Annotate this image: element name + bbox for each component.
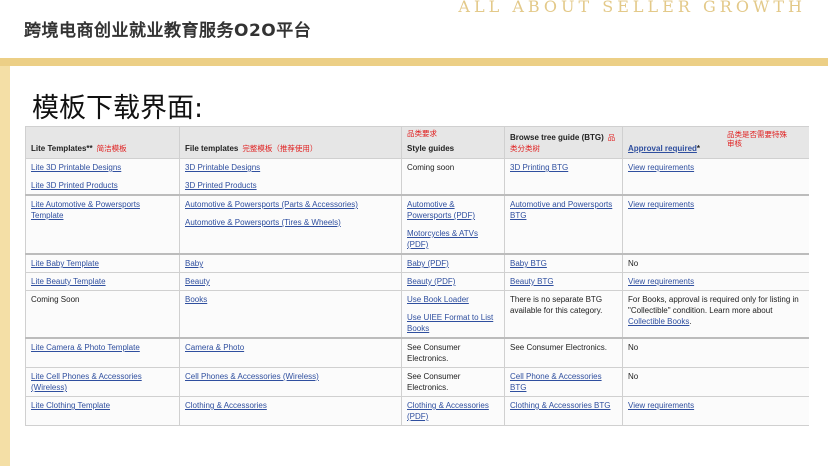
style-guide-link[interactable]: Use Book Loader	[407, 294, 499, 305]
file-template-link[interactable]: 3D Printed Products	[185, 180, 396, 191]
table-row: Lite 3D Printable Designs Lite 3D Printed…	[25, 158, 809, 196]
lite-template-link[interactable]: Lite Beauty Template	[31, 276, 174, 287]
btg-link[interactable]: Cell Phone & Accessories BTG	[510, 371, 617, 393]
lite-template-link[interactable]: Lite 3D Printable Designs	[31, 162, 174, 173]
slide-panel: 模板下载界面: Lite Templates** 简洁模板 File templa…	[10, 66, 828, 466]
file-template-link[interactable]: Camera & Photo	[185, 342, 396, 353]
file-template-link[interactable]: Beauty	[185, 276, 396, 287]
view-requirements-link[interactable]: View requirements	[628, 199, 804, 210]
file-template-link[interactable]: Automotive & Powersports (Tires & Wheels…	[185, 217, 396, 228]
approval-text: No	[622, 367, 809, 397]
slogan: ALL ABOUT SELLER GROWTH	[458, 0, 806, 16]
header-btg: Browse tree guide (BTG) 品类分类树	[504, 126, 623, 159]
approval-required-link[interactable]: Approval required	[628, 144, 697, 153]
lite-template-link[interactable]: Lite Automotive & Powersports Template	[31, 199, 174, 221]
table-row: Lite Cell Phones & Accessories (Wireless…	[25, 367, 809, 397]
style-guide-link[interactable]: Clothing & Accessories (PDF)	[407, 400, 499, 422]
btg-link[interactable]: 3D Printing BTG	[510, 162, 617, 173]
style-guide-text: Coming soon	[401, 158, 505, 196]
view-requirements-link[interactable]: View requirements	[628, 400, 804, 411]
approval-text: For Books, approval is required only for…	[628, 295, 799, 315]
btg-text: There is no separate BTG available for t…	[504, 290, 623, 339]
table-row: Lite Automotive & Powersports Template A…	[25, 194, 809, 255]
table-row: Lite Clothing Template Clothing & Access…	[25, 396, 809, 426]
template-table-wrapper: Lite Templates** 简洁模板 File templates 完整模板（…	[25, 126, 809, 462]
table-header-row: Lite Templates** 简洁模板 File templates 完整模板（…	[25, 126, 809, 159]
lite-template-link[interactable]: Lite Clothing Template	[31, 400, 174, 411]
table-row: Lite Beauty Template Beauty Beauty (PDF)…	[25, 272, 809, 291]
table-row: Lite Baby Template Baby Baby (PDF) Baby …	[25, 253, 809, 273]
decorative-band	[0, 58, 828, 66]
platform-title: 跨境电商创业就业教育服务O2O平台	[24, 21, 312, 41]
view-requirements-link[interactable]: View requirements	[628, 276, 804, 287]
header-style-guides: 品类要求 Style guides	[401, 126, 505, 159]
annotation-style: 品类要求	[407, 129, 437, 138]
template-table: Lite Templates** 简洁模板 File templates 完整模板（…	[25, 126, 809, 426]
approval-cell: For Books, approval is required only for…	[622, 290, 809, 339]
style-guide-text: See Consumer Electronics.	[401, 367, 505, 397]
collectible-books-link[interactable]: Collectible Books	[628, 317, 689, 326]
view-requirements-link[interactable]: View requirements	[628, 162, 804, 173]
table-row: Coming Soon Books Use Book Loader Use UIE…	[25, 290, 809, 339]
btg-link[interactable]: Beauty BTG	[510, 276, 617, 287]
header-file-templates: File templates 完整模板（推荐使用）	[179, 126, 402, 159]
file-template-link[interactable]: 3D Printable Designs	[185, 162, 396, 173]
lite-template-link[interactable]: Lite 3D Printed Products	[31, 180, 174, 191]
file-template-link[interactable]: Automotive & Powersports (Parts & Access…	[185, 199, 396, 210]
style-guide-link[interactable]: Baby (PDF)	[407, 258, 499, 269]
btg-link[interactable]: Baby BTG	[510, 258, 617, 269]
approval-text: No	[622, 337, 809, 368]
style-guide-link[interactable]: Use UIEE Format to List Books	[407, 312, 499, 334]
lite-template-link[interactable]: Lite Camera & Photo Template	[31, 342, 174, 353]
btg-link[interactable]: Automotive and Powersports BTG	[510, 199, 617, 221]
approval-text: No	[622, 253, 809, 273]
style-guide-link[interactable]: Beauty (PDF)	[407, 276, 499, 287]
lite-template-link[interactable]: Lite Baby Template	[31, 258, 174, 269]
top-header-bar: 跨境电商创业就业教育服务O2O平台 ALL ABOUT SELLER GROWT…	[0, 0, 828, 58]
style-guide-link[interactable]: Motorcycles & ATVs (PDF)	[407, 228, 499, 250]
annotation-approval: 品类是否需要特殊审核	[727, 130, 787, 148]
header-lite-templates: Lite Templates** 简洁模板	[25, 126, 180, 159]
style-guide-link[interactable]: Automotive & Powersports (PDF)	[407, 199, 499, 221]
slide-title: 模板下载界面:	[32, 93, 204, 124]
file-template-link[interactable]: Books	[185, 294, 396, 305]
btg-link[interactable]: Clothing & Accessories BTG	[510, 400, 617, 411]
table-row: Lite Camera & Photo Template Camera & Ph…	[25, 337, 809, 368]
file-template-link[interactable]: Clothing & Accessories	[185, 400, 396, 411]
annotation-file: 完整模板（推荐使用）	[242, 144, 318, 153]
lite-template-text: Coming Soon	[25, 290, 180, 339]
lite-template-link[interactable]: Lite Cell Phones & Accessories (Wireless…	[31, 371, 174, 393]
file-template-link[interactable]: Baby	[185, 258, 396, 269]
style-guide-text: See Consumer Electronics.	[401, 337, 505, 368]
file-template-link[interactable]: Cell Phones & Accessories (Wireless)	[185, 371, 396, 382]
annotation-lite: 简洁模板	[96, 144, 127, 153]
header-approval: Approval required* 品类是否需要特殊审核	[622, 126, 809, 159]
btg-text: See Consumer Electronics.	[504, 337, 623, 368]
